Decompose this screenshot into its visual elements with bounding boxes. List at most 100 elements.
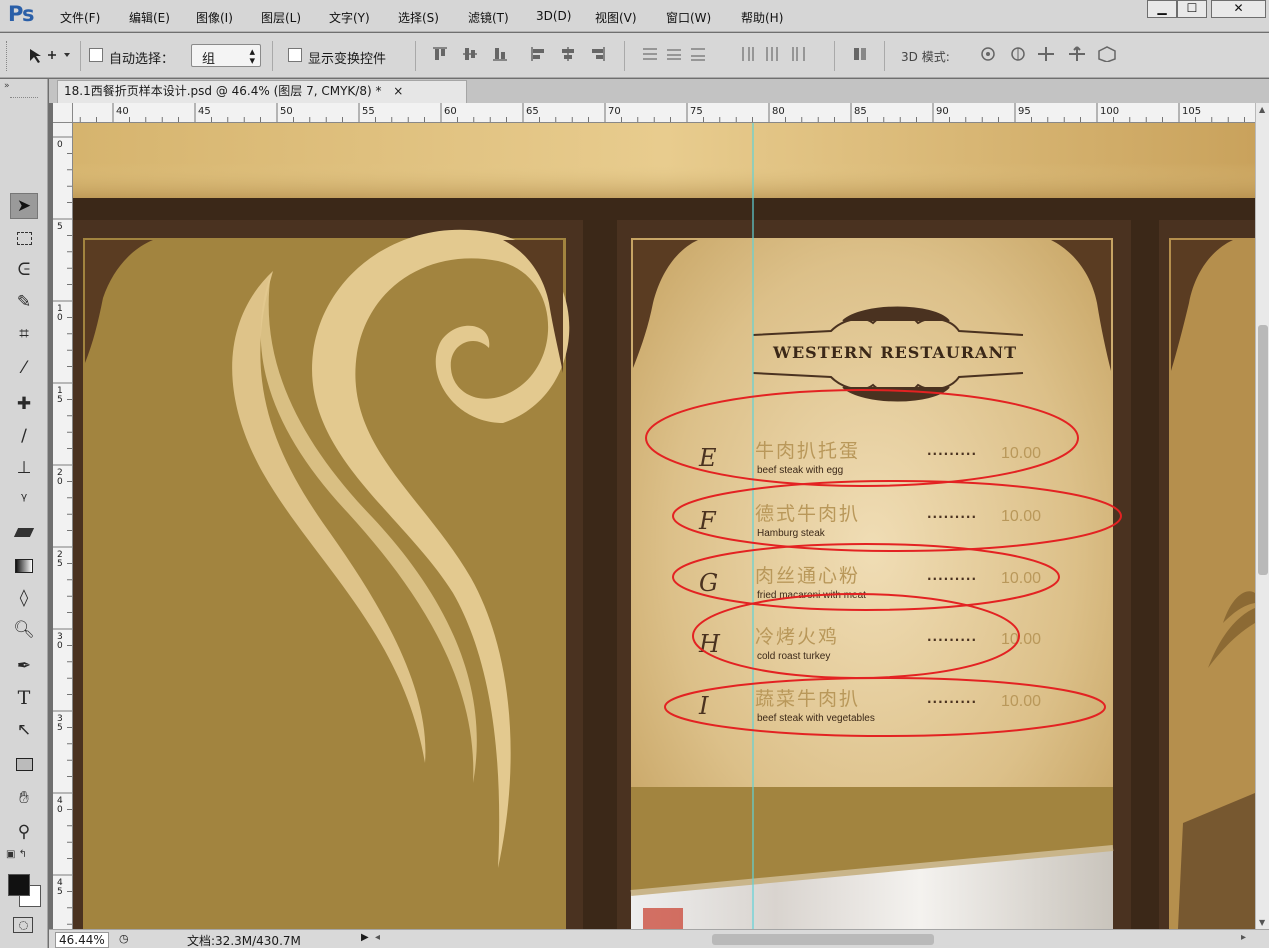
menu-edit[interactable]: 编辑(E) (129, 9, 170, 26)
auto-select-dropdown[interactable]: 组 ▴ ▾ (191, 44, 261, 67)
path-select-tool[interactable]: ↖ (10, 717, 38, 743)
horizontal-scroll-thumb[interactable] (712, 934, 934, 945)
type-tool[interactable]: T (10, 685, 38, 711)
move-tool-preset[interactable] (26, 43, 74, 67)
item-leader-dots: ......... (927, 692, 978, 706)
item-name-en: Hamburg steak (757, 528, 825, 539)
document-canvas[interactable]: WESTERN RESTAURANT E 牛肉扒托蛋 beef steak with… (73, 123, 1255, 929)
menu-item-row: E 牛肉扒托蛋 beef steak with egg......... 10.00 (693, 436, 1073, 484)
marquee-tool[interactable] (10, 225, 38, 251)
ruler-label: 85 (854, 106, 867, 117)
quick-mask-icon (18, 920, 28, 930)
distribute-hcenter-icon[interactable] (764, 46, 780, 62)
vertical-ruler[interactable]: 0 5 10 15 20 25 30 35 40 45 (53, 123, 73, 929)
minimize-button[interactable]: ▁ (1147, 0, 1177, 18)
menu-layer[interactable]: 图层(L) (261, 9, 301, 26)
ruler-label: 50 (280, 106, 293, 117)
align-left-icon[interactable] (530, 46, 546, 62)
zoom-tool[interactable]: ⚲ (10, 819, 38, 845)
toolbox-collapse-icon[interactable]: » (4, 81, 10, 91)
menu-window[interactable]: 窗口(W) (666, 9, 711, 26)
crop-icon: ⌗ (19, 324, 29, 344)
horizontal-ruler[interactable]: 40 45 50 55 60 65 70 75 80 85 90 95 100 105 (73, 103, 1255, 123)
blur-tool[interactable]: ◊ (10, 585, 38, 611)
distribute-left-icon[interactable] (740, 46, 756, 62)
gradient-tool[interactable] (10, 553, 38, 579)
3d-pan-icon[interactable] (1036, 46, 1056, 62)
align-top-icon[interactable] (432, 46, 448, 62)
3d-roll-icon[interactable] (1008, 46, 1028, 62)
foreground-color-swatch[interactable] (8, 874, 30, 896)
menu-filter[interactable]: 滤镜(T) (468, 9, 509, 26)
align-bottom-icon[interactable] (492, 46, 508, 62)
item-name-en: beef steak with egg (757, 465, 844, 476)
show-transform-checkbox[interactable] (288, 48, 302, 62)
rectangle-tool[interactable] (10, 751, 38, 777)
close-tab-icon[interactable]: × (393, 84, 403, 98)
menu-file[interactable]: 文件(F) (60, 9, 100, 26)
3d-rotate-icon[interactable] (978, 46, 998, 62)
item-name-cn: 冷烤火鸡 (755, 626, 840, 648)
align-vcenter-icon[interactable] (462, 46, 478, 62)
menu-type[interactable]: 文字(Y) (329, 9, 370, 26)
eyedropper-icon: ⁄ (22, 358, 26, 378)
maximize-button[interactable]: ☐ (1177, 0, 1207, 18)
healing-brush-icon: ✚ (16, 394, 32, 414)
stamp-tool[interactable]: ⊥ (10, 455, 38, 481)
menu-item-row: F 德式牛肉扒 Hamburg steak......... 10.00 (693, 499, 1073, 547)
close-icon: ✕ (1233, 1, 1244, 15)
3d-slide-icon[interactable] (1066, 46, 1088, 62)
quick-select-tool[interactable]: ✎ (10, 289, 38, 315)
3d-scale-icon[interactable] (1096, 46, 1118, 62)
item-name-cn: 牛肉扒托蛋 (755, 440, 861, 462)
hand-tool[interactable]: ✋︎ (10, 785, 38, 811)
zoom-level[interactable]: 46.44% (55, 932, 109, 948)
auto-select-checkbox[interactable] (89, 48, 103, 62)
item-name-cn: 德式牛肉扒 (755, 503, 861, 525)
vertical-scrollbar[interactable]: ▲ ▼ (1255, 103, 1269, 929)
status-bar: 46.44% ◷ 文档:32.3M/430.7M ▶ ◂ ▸ (49, 929, 1269, 948)
ruler-label: 40 (116, 106, 129, 117)
ruler-origin[interactable] (53, 103, 73, 123)
pen-tool[interactable]: ✒ (10, 653, 38, 679)
brush-tool[interactable]: ∕ (10, 423, 38, 449)
ruler-label: 5 (57, 222, 63, 232)
align-hcenter-icon[interactable] (560, 46, 576, 62)
document-size: 文档:32.3M/430.7M (187, 934, 301, 948)
eyedropper-tool[interactable]: ⁄ (10, 355, 38, 381)
scroll-up-icon[interactable]: ▲ (1259, 105, 1265, 114)
move-tool[interactable]: ➤ (10, 193, 38, 219)
path-select-icon: ↖ (16, 720, 32, 740)
ruler-label: 105 (1182, 106, 1201, 117)
auto-align-icon[interactable] (852, 46, 868, 62)
menu-help[interactable]: 帮助(H) (741, 9, 783, 26)
menu-image[interactable]: 图像(I) (196, 9, 233, 26)
ruler-label: 45 (57, 878, 63, 897)
swap-colors-icon[interactable]: ▣ ↰ (6, 849, 27, 860)
eraser-tool[interactable] (10, 519, 38, 545)
history-brush-tool[interactable]: ᵞ (10, 487, 38, 513)
scroll-right-icon[interactable]: ▸ (1241, 932, 1246, 943)
scroll-left-icon[interactable]: ◂ (375, 932, 380, 943)
quick-mask-button[interactable] (13, 917, 33, 933)
crop-tool[interactable]: ⌗ (10, 321, 38, 347)
status-menu-arrow-icon[interactable]: ▶ (361, 932, 369, 943)
dodge-tool[interactable]: 🔍︎ (10, 617, 38, 643)
menu-select[interactable]: 选择(S) (398, 9, 439, 26)
lasso-tool[interactable]: ᕮ (10, 257, 38, 283)
distribute-bottom-icon[interactable] (690, 46, 706, 62)
distribute-right-icon[interactable] (790, 46, 806, 62)
menu-view[interactable]: 视图(V) (595, 9, 637, 26)
document-tab[interactable]: 18.1西餐折页样本设计.psd @ 46.4% (图层 7, CMYK/8) … (57, 80, 467, 103)
status-options-icon[interactable]: ◷ (119, 932, 129, 945)
scroll-down-icon[interactable]: ▼ (1259, 918, 1265, 927)
close-button[interactable]: ✕ (1211, 0, 1266, 18)
item-leader-dots: ......... (927, 444, 978, 458)
distribute-top-icon[interactable] (642, 46, 658, 62)
menu-3d[interactable]: 3D(D) (536, 9, 571, 23)
healing-brush-tool[interactable]: ✚ (10, 391, 38, 417)
align-right-icon[interactable] (590, 46, 606, 62)
distribute-vcenter-icon[interactable] (666, 46, 682, 62)
quick-select-icon: ✎ (16, 292, 32, 312)
vertical-scroll-thumb[interactable] (1258, 325, 1268, 575)
